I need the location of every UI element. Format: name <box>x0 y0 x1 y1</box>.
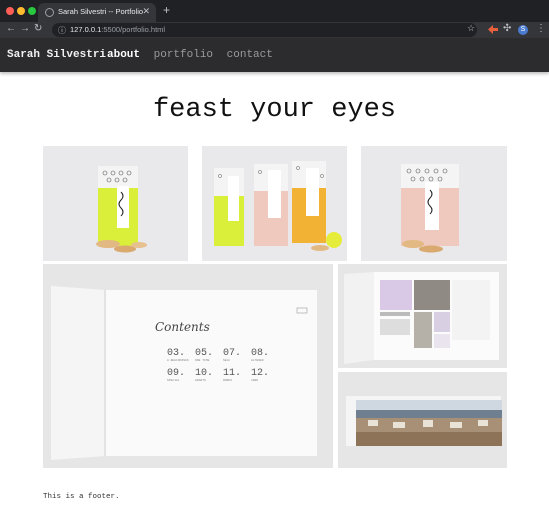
url-host: 127.0.0.1 <box>70 25 102 34</box>
booklet-entry: 08. ALTERED <box>251 348 270 362</box>
booklet-entry: 07. SELF <box>223 348 242 362</box>
page-heading: feast your eyes <box>152 95 397 125</box>
portfolio-image-package-lime[interactable] <box>43 146 188 261</box>
maximize-window-button[interactable] <box>28 7 36 15</box>
back-arrow-icon[interactable]: ← <box>6 23 16 34</box>
tab-close-icon[interactable]: ✕ <box>142 6 150 17</box>
booklet-contents-grid: 03. A BEGINNINGS 05. ONE TIME 07. SELF 08. A… <box>167 348 277 382</box>
forward-arrow-icon[interactable]: → <box>20 23 30 34</box>
extension-icon[interactable] <box>488 25 498 34</box>
url-text: 127.0.0.1:5500/portfolio.html <box>70 25 165 34</box>
booklet-entry: 12. CRED <box>251 368 270 382</box>
bookmark-star-icon[interactable]: ☆ <box>467 23 475 34</box>
portfolio-image-package-trio[interactable] <box>202 146 347 261</box>
site-nav-links: about portfolio contact <box>107 49 280 61</box>
close-window-button[interactable] <box>6 7 14 15</box>
nav-link-portfolio[interactable]: portfolio <box>154 49 213 61</box>
booklet-entry: 05. ONE TIME <box>195 348 214 362</box>
nav-link-contact[interactable]: contact <box>227 49 273 61</box>
portfolio-image-magazine-spread[interactable] <box>338 264 507 368</box>
new-tab-button[interactable]: + <box>163 3 170 17</box>
booklet-entry: 03. A BEGINNINGS <box>167 348 189 362</box>
url-path: :5500/portfolio.html <box>101 25 166 34</box>
browser-tab[interactable]: Sarah Silvestri -- Portfolio ✕ <box>38 3 156 22</box>
browser-tabbar: Sarah Silvestri -- Portfolio ✕ + <box>0 0 549 22</box>
booklet-entry: 11. WORKS <box>223 368 242 382</box>
page-footer: This is a footer. <box>43 493 120 501</box>
address-bar[interactable]: ⓘ 127.0.0.1:5500/portfolio.html <box>52 23 477 37</box>
booklet-entry: 09. SPECIAL <box>167 368 186 382</box>
browser-toolbar: ← → ↻ ⓘ 127.0.0.1:5500/portfolio.html ☆ … <box>0 22 549 38</box>
info-icon[interactable]: ⓘ <box>58 25 66 36</box>
portfolio-image-package-pink[interactable] <box>361 146 507 261</box>
globe-icon <box>45 8 54 17</box>
site-brand[interactable]: Sarah Silvestri <box>7 49 106 61</box>
site-navbar: Sarah Silvestri about portfolio contact <box>0 38 549 72</box>
reload-icon[interactable]: ↻ <box>34 23 42 34</box>
booklet-title: Contents <box>155 320 210 334</box>
portfolio-image-booklet-contents[interactable]: Contents 03. A BEGINNINGS 05. ONE TIME 07.… <box>43 264 333 468</box>
minimize-window-button[interactable] <box>17 7 25 15</box>
tab-title: Sarah Silvestri -- Portfolio <box>58 7 144 16</box>
portfolio-image-panorama-book[interactable] <box>338 372 507 468</box>
nav-link-about[interactable]: about <box>107 49 140 61</box>
profile-avatar[interactable]: S <box>518 25 528 35</box>
browser-menu-icon[interactable]: ⋮ <box>536 23 546 34</box>
booklet-entry: 10. GRANTS <box>195 368 214 382</box>
puzzle-extensions-icon[interactable]: ✣ <box>503 23 511 34</box>
